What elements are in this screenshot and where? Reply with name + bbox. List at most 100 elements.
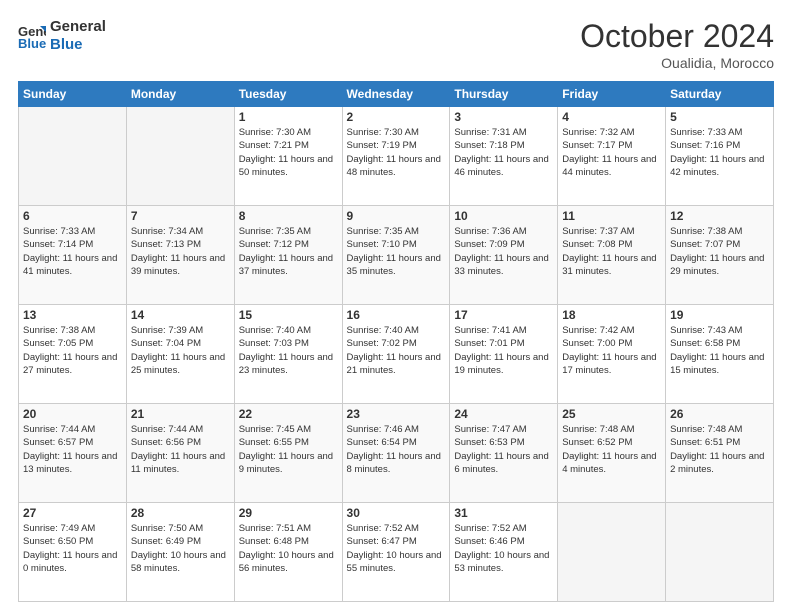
- location-subtitle: Oualidia, Morocco: [580, 55, 774, 71]
- calendar-cell: 11Sunrise: 7:37 AMSunset: 7:08 PMDayligh…: [558, 206, 666, 305]
- sunrise-text: Sunrise: 7:48 AM: [562, 424, 634, 435]
- calendar-cell: 23 Sunrise: 7:46 AMSunset: 6:54 PMDayligh…: [342, 404, 450, 503]
- month-title: October 2024: [580, 18, 774, 55]
- daylight-text: Daylight: 11 hours and 9 minutes.: [239, 451, 333, 475]
- day-info: Sunrise: 7:48 AMSunset: 6:51 PMDaylight:…: [670, 423, 769, 476]
- calendar-cell: 20Sunrise: 7:44 AMSunset: 6:57 PMDayligh…: [19, 404, 127, 503]
- sunset-text: Sunset: 7:14 PM: [23, 239, 93, 250]
- sunrise-text: Sunrise: 7:44 AM: [23, 424, 95, 435]
- sunrise-text: Sunrise: 7:35 AM: [239, 226, 311, 237]
- calendar-cell: 24Sunrise: 7:47 AMSunset: 6:53 PMDayligh…: [450, 404, 558, 503]
- sunset-text: Sunset: 6:54 PM: [347, 437, 417, 448]
- sunset-text: Sunset: 6:58 PM: [670, 338, 740, 349]
- daylight-text: Daylight: 11 hours and 17 minutes.: [562, 352, 656, 376]
- daylight-text: Daylight: 11 hours and 46 minutes.: [454, 154, 548, 178]
- calendar-cell: 14Sunrise: 7:39 AMSunset: 7:04 PMDayligh…: [126, 305, 234, 404]
- calendar-header-wednesday: Wednesday: [342, 82, 450, 107]
- day-info: Sunrise: 7:40 AMSunset: 7:02 PMDaylight:…: [347, 324, 446, 377]
- day-number: 10: [454, 209, 553, 223]
- daylight-text: Daylight: 11 hours and 42 minutes.: [670, 154, 764, 178]
- calendar-cell: 26 Sunrise: 7:48 AMSunset: 6:51 PMDayligh…: [666, 404, 774, 503]
- sunset-text: Sunset: 6:47 PM: [347, 536, 417, 547]
- day-info: Sunrise: 7:39 AMSunset: 7:04 PMDaylight:…: [131, 324, 230, 377]
- sunrise-text: Sunrise: 7:47 AM: [454, 424, 526, 435]
- sunset-text: Sunset: 7:19 PM: [347, 140, 417, 151]
- day-number: 5: [670, 110, 769, 124]
- sunrise-text: Sunrise: 7:37 AM: [562, 226, 634, 237]
- daylight-text: Daylight: 11 hours and 4 minutes.: [562, 451, 656, 475]
- calendar-cell: 29Sunrise: 7:51 AMSunset: 6:48 PMDayligh…: [234, 503, 342, 602]
- calendar-cell: 5 Sunrise: 7:33 AMSunset: 7:16 PMDaylight…: [666, 107, 774, 206]
- daylight-text: Daylight: 11 hours and 31 minutes.: [562, 253, 656, 277]
- calendar-cell: 30Sunrise: 7:52 AMSunset: 6:47 PMDayligh…: [342, 503, 450, 602]
- calendar-cell: 19Sunrise: 7:43 AMSunset: 6:58 PMDayligh…: [666, 305, 774, 404]
- sunset-text: Sunset: 7:05 PM: [23, 338, 93, 349]
- sunset-text: Sunset: 7:18 PM: [454, 140, 524, 151]
- sunset-text: Sunset: 7:13 PM: [131, 239, 201, 250]
- day-info: Sunrise: 7:44 AMSunset: 6:56 PMDaylight:…: [131, 423, 230, 476]
- daylight-text: Daylight: 11 hours and 19 minutes.: [454, 352, 548, 376]
- calendar-week-row: 20Sunrise: 7:44 AMSunset: 6:57 PMDayligh…: [19, 404, 774, 503]
- calendar-header-friday: Friday: [558, 82, 666, 107]
- day-number: 26: [670, 407, 769, 421]
- sunset-text: Sunset: 7:17 PM: [562, 140, 632, 151]
- calendar-week-row: 6Sunrise: 7:33 AMSunset: 7:14 PMDaylight…: [19, 206, 774, 305]
- calendar-cell: 9Sunrise: 7:35 AMSunset: 7:10 PMDaylight…: [342, 206, 450, 305]
- daylight-text: Daylight: 11 hours and 8 minutes.: [347, 451, 441, 475]
- daylight-text: Daylight: 11 hours and 29 minutes.: [670, 253, 764, 277]
- sunrise-text: Sunrise: 7:42 AM: [562, 325, 634, 336]
- day-number: 8: [239, 209, 338, 223]
- page: General Blue General Blue October 2024 O…: [0, 0, 792, 612]
- day-number: 13: [23, 308, 122, 322]
- day-info: Sunrise: 7:35 AMSunset: 7:10 PMDaylight:…: [347, 225, 446, 278]
- day-info: Sunrise: 7:43 AMSunset: 6:58 PMDaylight:…: [670, 324, 769, 377]
- daylight-text: Daylight: 11 hours and 41 minutes.: [23, 253, 117, 277]
- calendar-cell: 7Sunrise: 7:34 AMSunset: 7:13 PMDaylight…: [126, 206, 234, 305]
- day-info: Sunrise: 7:32 AMSunset: 7:17 PMDaylight:…: [562, 126, 661, 179]
- calendar-cell: 4Sunrise: 7:32 AMSunset: 7:17 PMDaylight…: [558, 107, 666, 206]
- sunset-text: Sunset: 7:01 PM: [454, 338, 524, 349]
- calendar-cell: 27 Sunrise: 7:49 AMSunset: 6:50 PMDayligh…: [19, 503, 127, 602]
- sunrise-text: Sunrise: 7:50 AM: [131, 523, 203, 534]
- calendar-header-sunday: Sunday: [19, 82, 127, 107]
- day-info: Sunrise: 7:46 AMSunset: 6:54 PMDaylight:…: [347, 423, 446, 476]
- calendar-cell: [126, 107, 234, 206]
- day-info: Sunrise: 7:30 AMSunset: 7:19 PMDaylight:…: [347, 126, 446, 179]
- calendar-cell: 8Sunrise: 7:35 AMSunset: 7:12 PMDaylight…: [234, 206, 342, 305]
- sunrise-text: Sunrise: 7:30 AM: [239, 127, 311, 138]
- day-number: 17: [454, 308, 553, 322]
- day-number: 27: [23, 506, 122, 520]
- daylight-text: Daylight: 11 hours and 0 minutes.: [23, 550, 117, 574]
- sunrise-text: Sunrise: 7:48 AM: [670, 424, 742, 435]
- calendar-cell: 3 Sunrise: 7:31 AMSunset: 7:18 PMDaylight…: [450, 107, 558, 206]
- sunset-text: Sunset: 7:09 PM: [454, 239, 524, 250]
- day-number: 21: [131, 407, 230, 421]
- sunrise-text: Sunrise: 7:52 AM: [454, 523, 526, 534]
- calendar-cell: 28Sunrise: 7:50 AMSunset: 6:49 PMDayligh…: [126, 503, 234, 602]
- sunset-text: Sunset: 7:10 PM: [347, 239, 417, 250]
- day-number: 3: [454, 110, 553, 124]
- daylight-text: Daylight: 11 hours and 50 minutes.: [239, 154, 333, 178]
- sunrise-text: Sunrise: 7:40 AM: [347, 325, 419, 336]
- sunset-text: Sunset: 6:57 PM: [23, 437, 93, 448]
- daylight-text: Daylight: 11 hours and 25 minutes.: [131, 352, 225, 376]
- calendar-cell: 31 Sunrise: 7:52 AMSunset: 6:46 PMDayligh…: [450, 503, 558, 602]
- day-info: Sunrise: 7:31 AMSunset: 7:18 PMDaylight:…: [454, 126, 553, 179]
- logo-blue: Blue: [50, 36, 106, 54]
- sunrise-text: Sunrise: 7:43 AM: [670, 325, 742, 336]
- sunset-text: Sunset: 7:00 PM: [562, 338, 632, 349]
- day-number: 31: [454, 506, 553, 520]
- day-info: Sunrise: 7:49 AMSunset: 6:50 PMDaylight:…: [23, 522, 122, 575]
- daylight-text: Daylight: 11 hours and 44 minutes.: [562, 154, 656, 178]
- day-number: 23: [347, 407, 446, 421]
- daylight-text: Daylight: 11 hours and 35 minutes.: [347, 253, 441, 277]
- day-info: Sunrise: 7:52 AMSunset: 6:46 PMDaylight:…: [454, 522, 553, 575]
- sunrise-text: Sunrise: 7:44 AM: [131, 424, 203, 435]
- day-number: 7: [131, 209, 230, 223]
- calendar-cell: 21 Sunrise: 7:44 AMSunset: 6:56 PMDayligh…: [126, 404, 234, 503]
- daylight-text: Daylight: 10 hours and 55 minutes.: [347, 550, 442, 574]
- sunset-text: Sunset: 7:16 PM: [670, 140, 740, 151]
- day-info: Sunrise: 7:33 AMSunset: 7:16 PMDaylight:…: [670, 126, 769, 179]
- day-number: 19: [670, 308, 769, 322]
- logo-icon: General Blue: [18, 22, 46, 50]
